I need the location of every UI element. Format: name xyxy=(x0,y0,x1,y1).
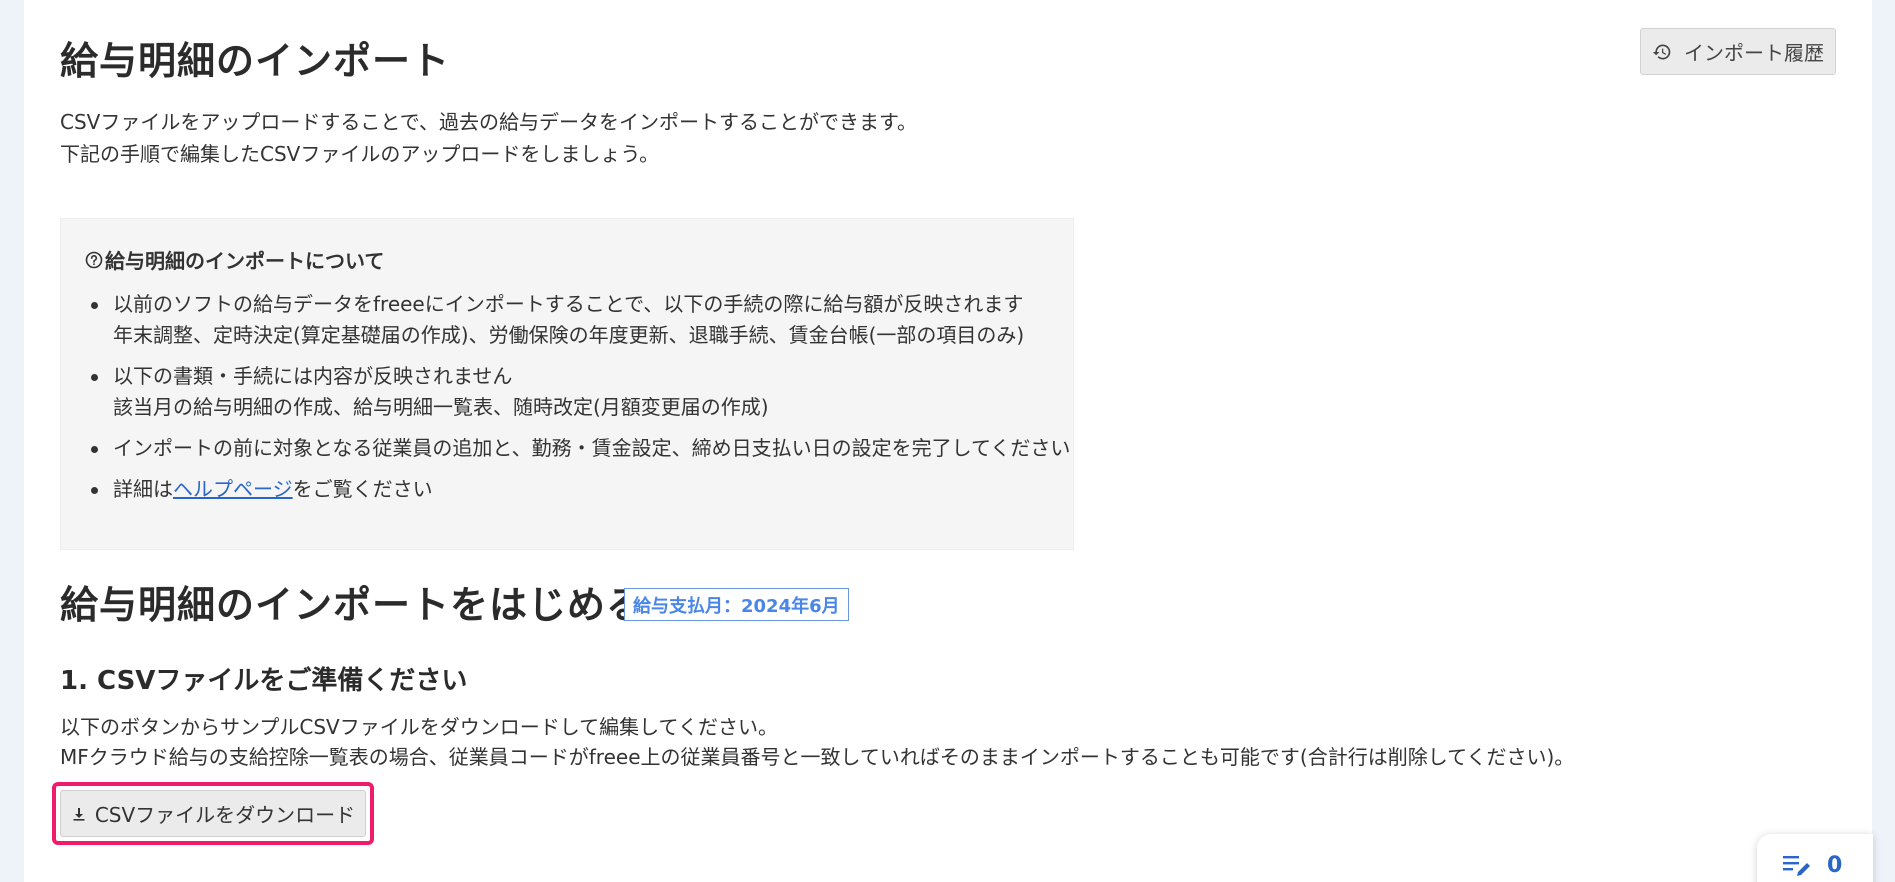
intro-line-2: 下記の手順で編集したCSVファイルのアップロードをしましょう。 xyxy=(60,142,660,166)
intro-text: CSVファイルをアップロードすることで、過去の給与データをインポートすることがで… xyxy=(60,106,917,170)
list-item: 以前のソフトの給与データをfreeeにインポートすることで、以下の手続の際に給与… xyxy=(89,289,1070,351)
csv-download-label: CSVファイルをダウンロード xyxy=(94,803,356,827)
step-1-description: 以下のボタンからサンプルCSVファイルをダウンロードして編集してください。 MF… xyxy=(60,712,1574,772)
intro-line-1: CSVファイルをアップロードすることで、過去の給与データをインポートすることがで… xyxy=(60,110,917,134)
pay-month-badge: 給与支払月：2024年6月 xyxy=(624,588,849,621)
history-icon xyxy=(1652,42,1672,62)
step-1-title: 1. CSVファイルをご準備ください xyxy=(60,666,468,696)
question-circle-icon xyxy=(85,251,103,269)
list-item-text: 以前のソフトの給与データをfreeeにインポートすることで、以下の手続の際に給与… xyxy=(113,292,1024,316)
list-item: 以下の書類・手続には内容が反映されません 該当月の給与明細の作成、給与明細一覧表… xyxy=(89,361,1070,423)
help-page-link[interactable]: ヘルプページ xyxy=(173,477,293,501)
list-item: インポートの前に対象となる従業員の追加と、勤務・賃金設定、締め日支払い日の設定を… xyxy=(89,433,1070,464)
edit-list-icon xyxy=(1783,854,1813,878)
step-1-desc-line-1: 以下のボタンからサンプルCSVファイルをダウンロードして編集してください。 xyxy=(60,715,778,739)
list-item-text: 年末調整、定時決定(算定基礎届の作成)、労働保険の年度更新、退職手続、賃金台帳(… xyxy=(113,323,1025,347)
import-history-label: インポート履歴 xyxy=(1684,41,1824,65)
info-box-title: 給与明細のインポートについて xyxy=(85,245,384,274)
import-history-button[interactable]: インポート履歴 xyxy=(1640,28,1836,75)
section-title: 給与明細のインポートをはじめる xyxy=(60,583,646,627)
list-item-text: 該当月の給与明細の作成、給与明細一覧表、随時改定(月額変更届の作成) xyxy=(113,395,769,419)
list-item-text: をご覧ください xyxy=(292,477,433,501)
task-count-panel[interactable]: 0 xyxy=(1757,834,1873,882)
list-item-text: 以下の書類・手続には内容が反映されません xyxy=(113,364,513,388)
step-1-desc-line-2: MFクラウド給与の支給控除一覧表の場合、従業員コードがfreee上の従業員番号と… xyxy=(60,745,1575,769)
task-count: 0 xyxy=(1827,853,1843,878)
import-info-box: 給与明細のインポートについて 以前のソフトの給与データをfreeeにインポートす… xyxy=(60,218,1074,550)
list-item: 詳細はヘルプページをご覧ください xyxy=(89,474,1070,505)
download-highlight: CSVファイルをダウンロード xyxy=(52,782,374,845)
list-item-text: 詳細は xyxy=(113,477,173,501)
page-title: 給与明細のインポート xyxy=(60,39,451,83)
list-item-text: インポートの前に対象となる従業員の追加と、勤務・賃金設定、締め日支払い日の設定を… xyxy=(113,436,1071,460)
csv-download-button[interactable]: CSVファイルをダウンロード xyxy=(60,790,366,837)
info-box-title-text: 給与明細のインポートについて xyxy=(105,249,385,273)
info-list: 以前のソフトの給与データをfreeeにインポートすることで、以下の手続の際に給与… xyxy=(89,289,1070,515)
download-icon xyxy=(71,806,87,822)
